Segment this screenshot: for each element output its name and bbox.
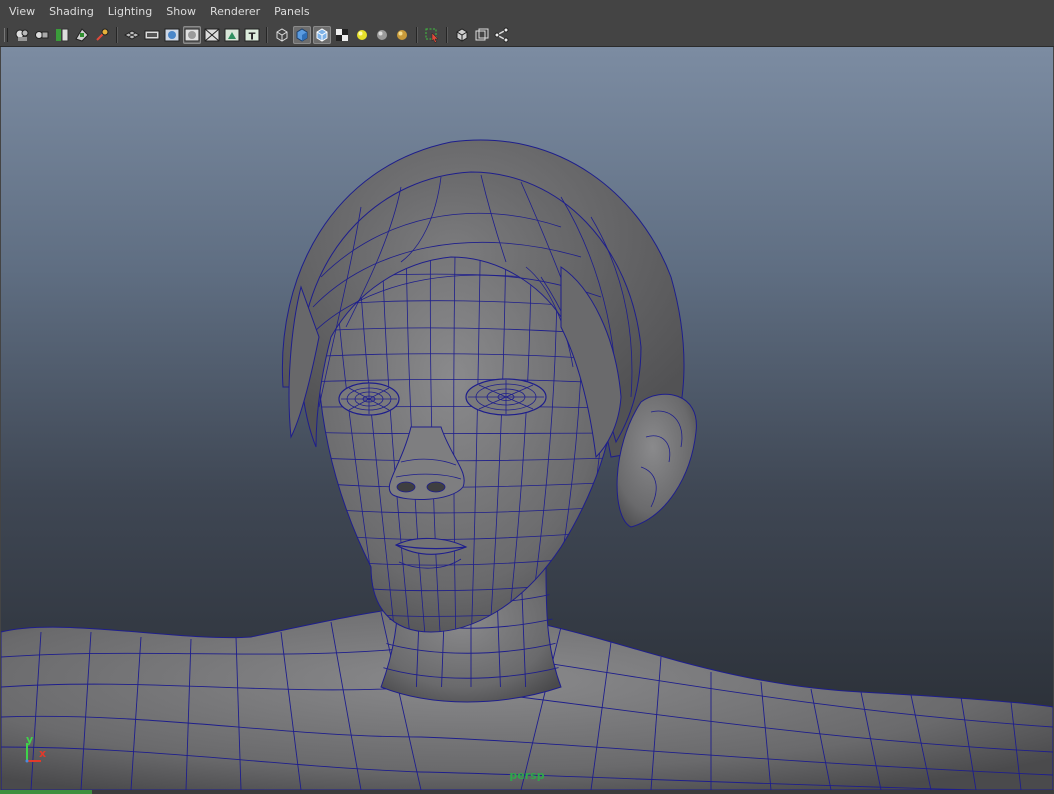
axis-x-label: x bbox=[39, 747, 47, 760]
grid-icon[interactable] bbox=[123, 26, 141, 44]
svg-text:T: T bbox=[249, 32, 256, 43]
xray-icon[interactable] bbox=[453, 26, 471, 44]
field-chart-icon[interactable] bbox=[203, 26, 221, 44]
toolbar-separator bbox=[116, 27, 118, 43]
wireframe-icon[interactable] bbox=[273, 26, 291, 44]
xray-joints-icon[interactable] bbox=[493, 26, 511, 44]
xray-active-components-icon[interactable] bbox=[473, 26, 491, 44]
menu-renderer[interactable]: Renderer bbox=[203, 0, 267, 24]
textured-icon[interactable] bbox=[333, 26, 351, 44]
shadows-icon[interactable] bbox=[373, 26, 391, 44]
menu-shading[interactable]: Shading bbox=[42, 0, 101, 24]
wireframe-on-shaded-icon[interactable] bbox=[313, 26, 331, 44]
menu-lighting[interactable]: Lighting bbox=[101, 0, 159, 24]
toolbar-separator bbox=[266, 27, 268, 43]
menu-panels[interactable]: Panels bbox=[267, 0, 316, 24]
camera-name-label: persp bbox=[509, 769, 545, 782]
character-mesh[interactable] bbox=[1, 47, 1053, 790]
panel-menu-bar: View Shading Lighting Show Renderer Pane… bbox=[0, 0, 1054, 25]
safe-title-icon[interactable]: T bbox=[243, 26, 261, 44]
view-axis-indicator: y x bbox=[17, 733, 57, 773]
select-camera-icon[interactable] bbox=[13, 26, 31, 44]
status-strip bbox=[0, 790, 1054, 794]
axis-lines-icon bbox=[25, 743, 41, 763]
toolbar-separator bbox=[446, 27, 448, 43]
toolbar-grip[interactable] bbox=[4, 28, 8, 42]
perspective-viewport[interactable]: y x persp bbox=[1, 47, 1053, 790]
image-plane-icon[interactable] bbox=[73, 26, 91, 44]
right-eye-mesh bbox=[465, 378, 547, 416]
status-indicator bbox=[0, 790, 92, 794]
panel-toolbar: T bbox=[0, 24, 1054, 47]
menu-view[interactable]: View bbox=[0, 0, 42, 24]
film-gate-icon[interactable] bbox=[143, 26, 161, 44]
toolbar-separator bbox=[416, 27, 418, 43]
safe-action-icon[interactable] bbox=[223, 26, 241, 44]
isolate-select-icon[interactable] bbox=[423, 26, 441, 44]
left-eye-mesh bbox=[338, 382, 400, 416]
use-all-lights-icon[interactable] bbox=[353, 26, 371, 44]
bookmark-icon[interactable] bbox=[53, 26, 71, 44]
smooth-shade-icon[interactable] bbox=[293, 26, 311, 44]
ambient-occlusion-icon[interactable] bbox=[393, 26, 411, 44]
2d-pan-zoom-icon[interactable] bbox=[93, 26, 111, 44]
axis-y-label: y bbox=[26, 733, 34, 746]
menu-show[interactable]: Show bbox=[159, 0, 203, 24]
resolution-gate-icon[interactable] bbox=[163, 26, 181, 44]
gate-mask-icon[interactable] bbox=[183, 26, 201, 44]
lock-camera-icon[interactable] bbox=[33, 26, 51, 44]
